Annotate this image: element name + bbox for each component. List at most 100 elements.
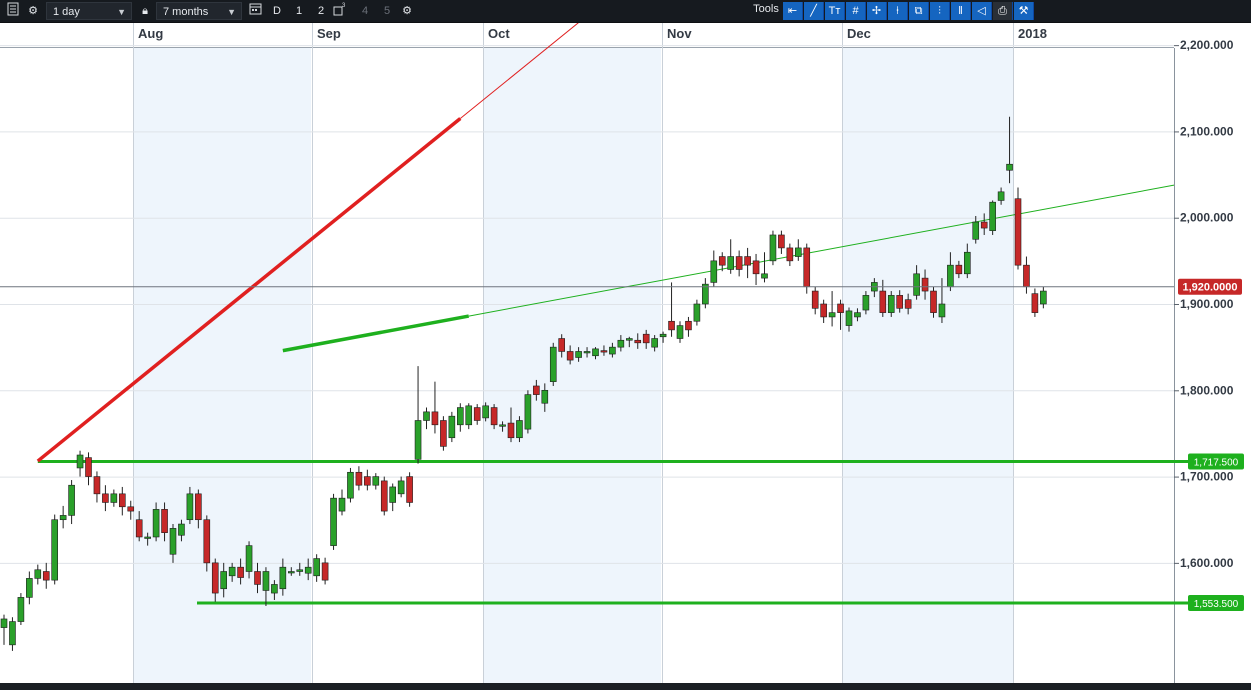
gear-icon[interactable]: ⚙ <box>398 2 416 20</box>
candle-body <box>989 201 996 231</box>
candle-body <box>786 247 794 262</box>
candle-body <box>997 191 1005 201</box>
candle-body <box>220 571 227 590</box>
calendar-icon[interactable] <box>246 2 264 20</box>
fib-icon[interactable]: ⫶ <box>930 2 950 20</box>
magnet-icon[interactable]: ⚒ <box>1014 2 1034 20</box>
candle-body <box>313 558 320 577</box>
candle-body <box>102 493 109 503</box>
candle-body <box>592 348 599 357</box>
settings-icon[interactable]: ⚙ <box>24 2 42 20</box>
trendline-icon[interactable]: ╱ <box>804 2 824 20</box>
chart-type-1[interactable]: 1 <box>290 2 308 20</box>
candle-body <box>26 578 33 598</box>
candle-body <box>93 476 101 495</box>
text-icon[interactable]: Tт <box>825 2 845 20</box>
candle-body <box>161 509 168 533</box>
candle-body <box>42 571 50 581</box>
print-icon[interactable]: ⎙ <box>993 2 1013 20</box>
level-label: 1,553.500 <box>1194 599 1239 610</box>
candle-icon[interactable]: ⍿ <box>888 2 908 20</box>
candle-body <box>533 385 540 395</box>
candle-body <box>879 290 887 313</box>
chart-type-4[interactable]: 4 <box>356 2 374 20</box>
level-label: 1,717.500 <box>1194 457 1239 468</box>
date-tick-label: Dec <box>847 26 871 41</box>
candle-body <box>718 256 726 266</box>
interval-value: 1 day <box>53 6 80 18</box>
candle-body <box>854 312 861 318</box>
candle-body <box>186 493 194 521</box>
grid-icon[interactable]: # <box>846 2 866 20</box>
candle-body <box>330 497 337 546</box>
price-tick-label: 2,000.000 <box>1180 211 1234 225</box>
chart-type-5[interactable]: 5 <box>378 2 396 20</box>
label-icon[interactable]: ◁ <box>972 2 992 20</box>
candle-body <box>837 303 844 313</box>
candle-body <box>617 339 625 348</box>
copy-icon[interactable]: ⧉ <box>909 2 929 20</box>
candle-body <box>355 471 363 486</box>
price-tick-label: 1,900.000 <box>1180 297 1234 311</box>
range-value: 7 months <box>163 6 209 18</box>
chevron-down-icon: ▼ <box>117 7 126 17</box>
crosshair-icon[interactable]: ✢ <box>867 2 887 20</box>
candle-body <box>431 411 439 426</box>
candle-body <box>693 303 701 322</box>
candle-body <box>245 545 253 572</box>
date-tick-label: Aug <box>138 26 163 41</box>
candle-body <box>34 569 42 579</box>
candle-body <box>178 523 185 536</box>
candle-body <box>634 339 642 344</box>
candle-body <box>456 407 464 426</box>
candle-body <box>735 256 743 270</box>
candle-body <box>17 597 25 622</box>
candle-body <box>228 566 236 577</box>
date-tick-label: 2018 <box>1018 26 1047 41</box>
range-select[interactable]: 7 months ▼ <box>156 2 242 20</box>
price-tick-label: 1,700.000 <box>1180 470 1234 484</box>
candle-body <box>524 394 532 430</box>
candle-body <box>541 389 549 404</box>
candle-body <box>794 247 802 257</box>
bars-icon[interactable]: ‖ <box>951 2 971 20</box>
candle-body <box>710 260 718 283</box>
candle-body <box>676 325 684 339</box>
candle-body <box>195 493 202 521</box>
candle-body <box>51 519 59 581</box>
candle-body <box>448 415 456 439</box>
price-chart[interactable]: Aug Sep Oct Nov Dec 2018 2,200.000 2,100.000 2,… <box>0 23 1251 683</box>
candle-body <box>921 277 929 292</box>
candle-body <box>1031 293 1039 313</box>
candle-body <box>938 303 946 318</box>
candle-body <box>1014 198 1022 266</box>
candle-body <box>473 407 481 421</box>
back-arrow-icon[interactable]: ⇤ <box>783 2 803 20</box>
candle-body <box>575 351 582 358</box>
layout-icon[interactable]: 3 <box>331 2 349 20</box>
candle-body <box>254 571 261 585</box>
candle-body <box>778 234 785 249</box>
candle-body <box>296 569 304 572</box>
month-shade <box>483 48 661 683</box>
candle-body <box>152 509 160 538</box>
candle-body <box>820 303 827 318</box>
chart-type-d[interactable]: D <box>268 2 286 20</box>
candle-body <box>9 621 16 646</box>
candle-body <box>372 476 380 486</box>
candle-body <box>440 420 447 447</box>
candle-body <box>406 476 413 503</box>
candle-body <box>752 260 760 275</box>
lock-icon[interactable]: 🔒︎ <box>136 2 154 20</box>
interval-select[interactable]: 1 day ▼ <box>46 2 132 20</box>
menu-icon[interactable] <box>4 2 22 20</box>
candle-body <box>203 519 211 564</box>
candle-body <box>685 320 692 331</box>
candle-body <box>127 506 135 512</box>
candle-body <box>0 618 8 628</box>
tools-label: Tools <box>753 3 779 15</box>
candle-body <box>761 273 768 279</box>
candle-body <box>1006 163 1013 171</box>
candle-body <box>651 338 658 348</box>
chart-type-2[interactable]: 2 <box>312 2 330 20</box>
